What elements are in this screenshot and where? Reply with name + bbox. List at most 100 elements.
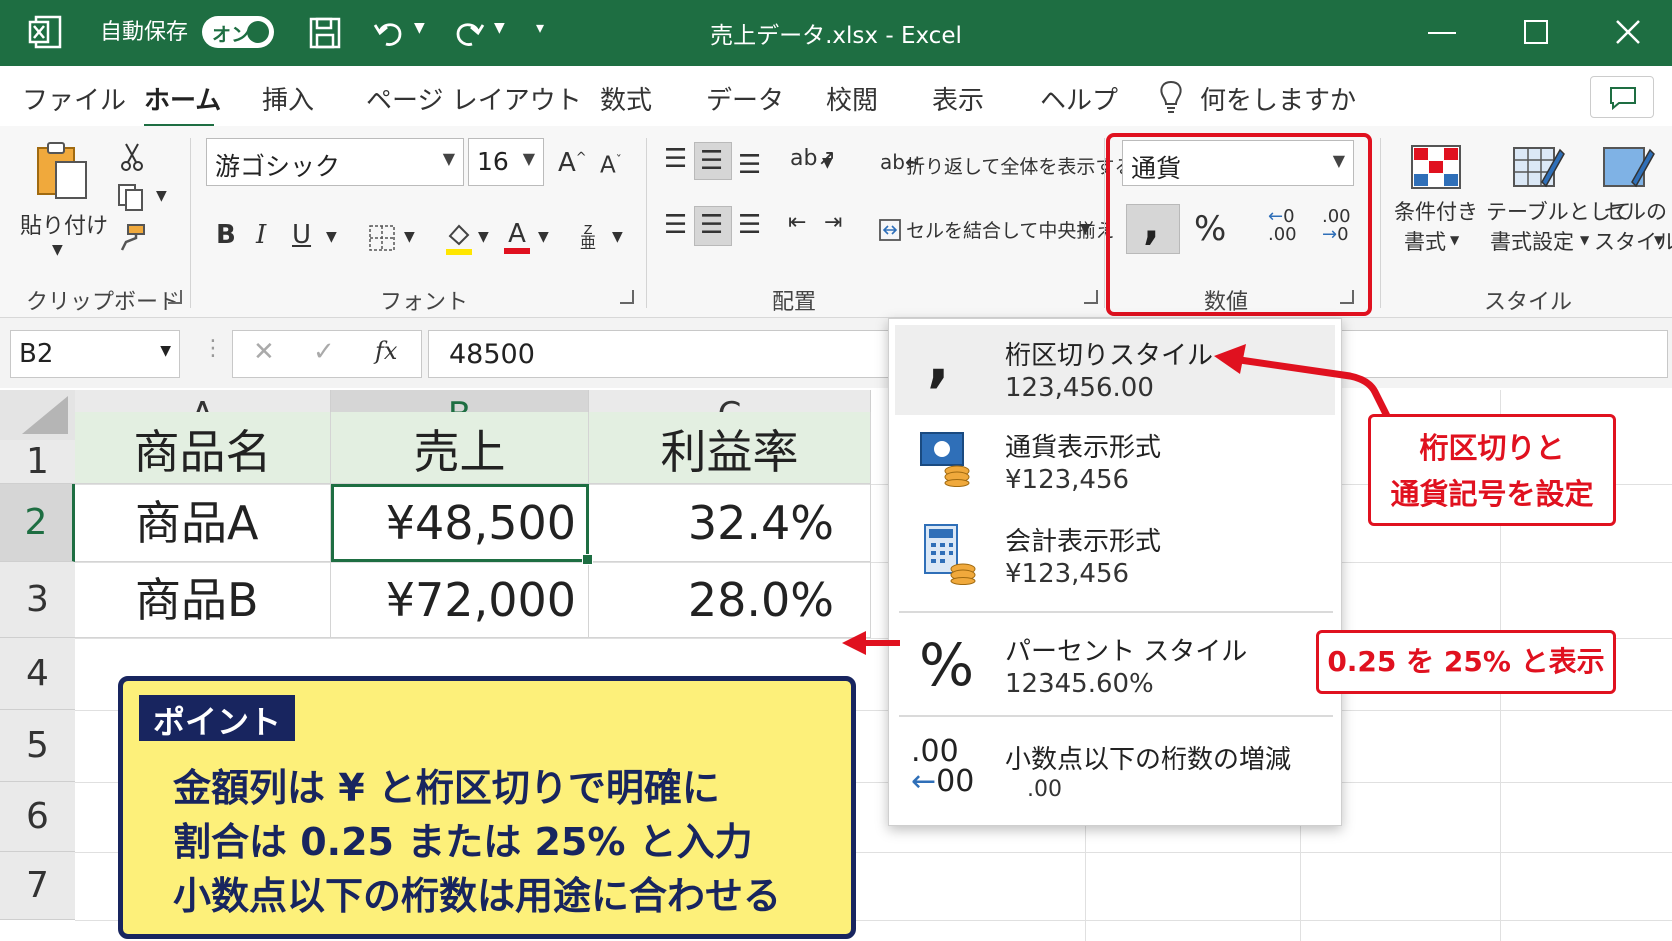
paste-icon[interactable] [34, 140, 90, 202]
menu-item-currency[interactable]: 通貨表示形式 ¥123,456 [895, 417, 1335, 507]
underline-icon[interactable]: U [292, 222, 311, 248]
menu-item-percent[interactable]: % パーセント スタイル 12345.60% [895, 617, 1335, 713]
point-line-1: 金額列は ¥ と桁区切りで明確に [173, 766, 720, 810]
enter-icon[interactable]: ✓ [313, 337, 335, 367]
phonetic-guide-icon[interactable]: ｚ亜 [580, 221, 596, 251]
increase-indent-icon[interactable]: ⇥ [824, 212, 842, 234]
cell-styles-label1[interactable]: セルの [1604, 196, 1667, 226]
row-header-5[interactable]: 5 [0, 710, 75, 782]
maximize-icon[interactable] [1524, 20, 1548, 44]
select-all-triangle-icon [22, 396, 68, 434]
cancel-icon[interactable]: ✕ [253, 337, 275, 367]
font-size-value: 16 [477, 147, 509, 176]
cell-c1[interactable]: 利益率 [589, 412, 871, 484]
cell-a2[interactable]: 商品A [75, 484, 331, 562]
format-as-table-label2[interactable]: 書式設定 [1490, 226, 1574, 256]
formula-bar-handle-icon[interactable]: ⋮ [202, 336, 224, 361]
format-as-table-icon[interactable] [1512, 142, 1566, 192]
comments-button[interactable] [1590, 76, 1654, 118]
shrink-font-icon[interactable]: Aˇ [600, 154, 622, 178]
tab-data[interactable]: データ [706, 80, 784, 117]
align-left-icon[interactable]: ☰ [664, 212, 687, 238]
bold-icon[interactable]: B [216, 222, 236, 248]
cell-styles-icon[interactable] [1602, 142, 1656, 192]
chevron-down-icon: ▼ [522, 149, 535, 168]
tab-page-layout[interactable]: ページ レイアウト [366, 80, 582, 117]
conditional-formatting-label1[interactable]: 条件付き [1394, 196, 1478, 226]
conditional-chevron-down-icon[interactable]: ▼ [1450, 234, 1459, 246]
tab-file[interactable]: ファイル [22, 80, 126, 117]
cell-a1[interactable]: 商品名 [75, 412, 331, 484]
decrease-indent-icon[interactable]: ⇤ [788, 212, 806, 234]
top-align-icon[interactable]: ☰ [664, 146, 687, 172]
tab-home[interactable]: ホーム [144, 80, 221, 117]
font-launcher-icon[interactable] [620, 290, 634, 304]
borders-chevron-down-icon[interactable]: ▼ [404, 230, 415, 244]
clipboard-launcher-icon[interactable] [168, 290, 182, 304]
tab-review[interactable]: 校閲 [826, 80, 878, 117]
fill-color-icon[interactable] [444, 220, 474, 256]
decimal-places-icon: .00 ←00 [911, 734, 975, 799]
row-header-4[interactable]: 4 [0, 638, 75, 710]
cell-a3[interactable]: 商品B [75, 562, 331, 638]
tell-me-search[interactable]: 何をしますか [1200, 80, 1356, 117]
row-header-1[interactable]: 1 [0, 440, 75, 484]
tab-insert[interactable]: 挿入 [262, 80, 314, 117]
row-header-6[interactable]: 6 [0, 782, 75, 852]
cell-b1[interactable]: 売上 [331, 412, 589, 484]
paste-chevron-down-icon[interactable]: ▼ [52, 242, 63, 258]
menu-item-decimal[interactable]: .00 ←00 小数点以下の桁数の増減 .00 [895, 721, 1335, 817]
menu-item-sample: 12345.60% [1005, 669, 1154, 699]
align-center-icon[interactable]: ☰ [700, 212, 723, 238]
cut-icon[interactable] [118, 142, 146, 172]
menu-item-sample: ¥123,456 [1005, 559, 1130, 589]
cell-c2[interactable]: 32.4% [589, 484, 871, 562]
row-header-2[interactable]: 2 [0, 484, 75, 562]
middle-align-icon[interactable]: ☰ [700, 148, 723, 174]
merge-center-icon[interactable] [878, 218, 902, 242]
format-painter-icon[interactable] [116, 222, 148, 252]
fill-handle[interactable] [582, 554, 593, 565]
font-size-combo[interactable]: 16 ▼ [468, 138, 544, 186]
percent-callout: 0.25 を 25% と表示 [1316, 630, 1616, 694]
fill-color-chevron-down-icon[interactable]: ▼ [478, 230, 489, 244]
active-cell-border [331, 484, 589, 562]
menu-item-sample: 123,456.00 [1005, 373, 1154, 403]
close-icon[interactable] [1614, 18, 1642, 46]
ribbon-tabs: ファイル ホーム 挿入 ページ レイアウト 数式 データ 校閲 表示 ヘルプ 何… [0, 66, 1672, 128]
tab-view[interactable]: 表示 [932, 80, 984, 117]
orientation-chevron-down-icon[interactable]: ▼ [822, 156, 833, 170]
number-group-highlight [1106, 133, 1372, 316]
cell-styles-chevron-down-icon[interactable]: ▼ [1654, 234, 1663, 246]
name-box[interactable]: B2 ▼ [10, 330, 180, 378]
font-color-chevron-down-icon[interactable]: ▼ [538, 230, 549, 244]
cell-c3[interactable]: 28.0% [589, 562, 871, 638]
italic-icon[interactable]: I [256, 222, 266, 248]
conditional-formatting-label2[interactable]: 書式 [1404, 226, 1446, 256]
table-chevron-down-icon[interactable]: ▼ [1580, 234, 1589, 246]
tab-help[interactable]: ヘルプ [1040, 80, 1118, 117]
merge-chevron-down-icon[interactable]: ▼ [1080, 222, 1091, 236]
row-header-7[interactable]: 7 [0, 852, 75, 920]
row-header-3[interactable]: 3 [0, 562, 75, 638]
wrap-text-label[interactable]: 折り返して全体を表示する [906, 152, 1133, 179]
font-name-combo[interactable]: 游ゴシック ▼ [206, 138, 464, 186]
borders-icon[interactable] [368, 224, 396, 252]
copy-icon[interactable] [116, 182, 146, 212]
grow-font-icon[interactable]: A^ [558, 150, 587, 176]
minimize-icon[interactable] [1428, 32, 1456, 34]
insert-function-icon[interactable]: fx [375, 337, 397, 365]
align-right-icon[interactable]: ☰ [738, 212, 761, 238]
phonetic-chevron-down-icon[interactable]: ▼ [612, 230, 623, 244]
tab-formulas[interactable]: 数式 [600, 80, 652, 117]
paste-label[interactable]: 貼り付け [20, 208, 108, 240]
font-color-icon[interactable]: A [502, 218, 532, 256]
bottom-align-icon[interactable]: ☰ [738, 152, 761, 178]
menu-item-accounting[interactable]: 会計表示形式 ¥123,456 [895, 511, 1335, 603]
cell-b3[interactable]: ¥72,000 [331, 562, 589, 638]
conditional-formatting-icon[interactable] [1410, 144, 1462, 190]
copy-chevron-down-icon[interactable]: ▼ [156, 188, 167, 204]
underline-chevron-down-icon[interactable]: ▼ [326, 230, 337, 244]
select-all-button[interactable] [0, 390, 75, 440]
alignment-launcher-icon[interactable] [1084, 290, 1098, 304]
